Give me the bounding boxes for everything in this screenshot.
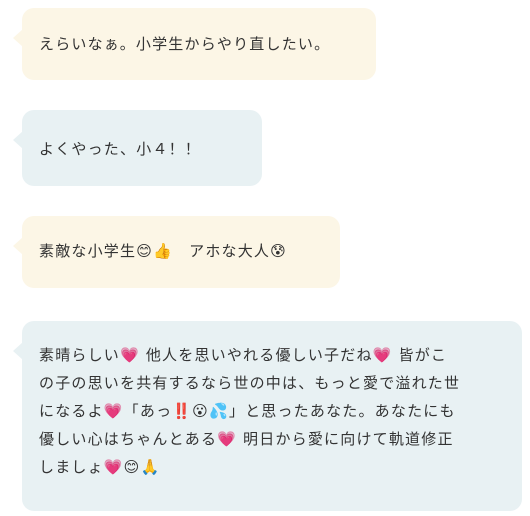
message-text: 素敵な小学生😊👍 アホな大人😰 [39, 242, 287, 260]
message-line: 優しい心はちゃんとある💗 明日から愛に向けて軌道修正 [39, 430, 454, 448]
message-line: になるよ💗「あっ‼️😮💦」と思ったあなた。あなたにも [39, 402, 456, 420]
chat-bubble-2: よくやった、小４！！ [13, 110, 262, 186]
message-text: よくやった、小４！！ [39, 140, 202, 158]
chat-bubble-1: えらいなぁ。小学生からやり直したい。 [13, 8, 376, 80]
message-text: えらいなぁ。小学生からやり直したい。 [39, 35, 331, 53]
message-line: 素晴らしい💗 他人を思いやれる優しい子だね💗 皆がこ [39, 346, 448, 364]
message-line: の子の思いを共有するなら世の中は、もっと愛で溢れた世 [39, 374, 461, 392]
chat-bubble-4: 素晴らしい💗 他人を思いやれる優しい子だね💗 皆がこ の子の思いを共有するなら世… [13, 321, 522, 511]
message-line: しましょ💗😊🙏 [39, 458, 161, 476]
chat-bubble-3: 素敵な小学生😊👍 アホな大人😰 [13, 216, 340, 288]
